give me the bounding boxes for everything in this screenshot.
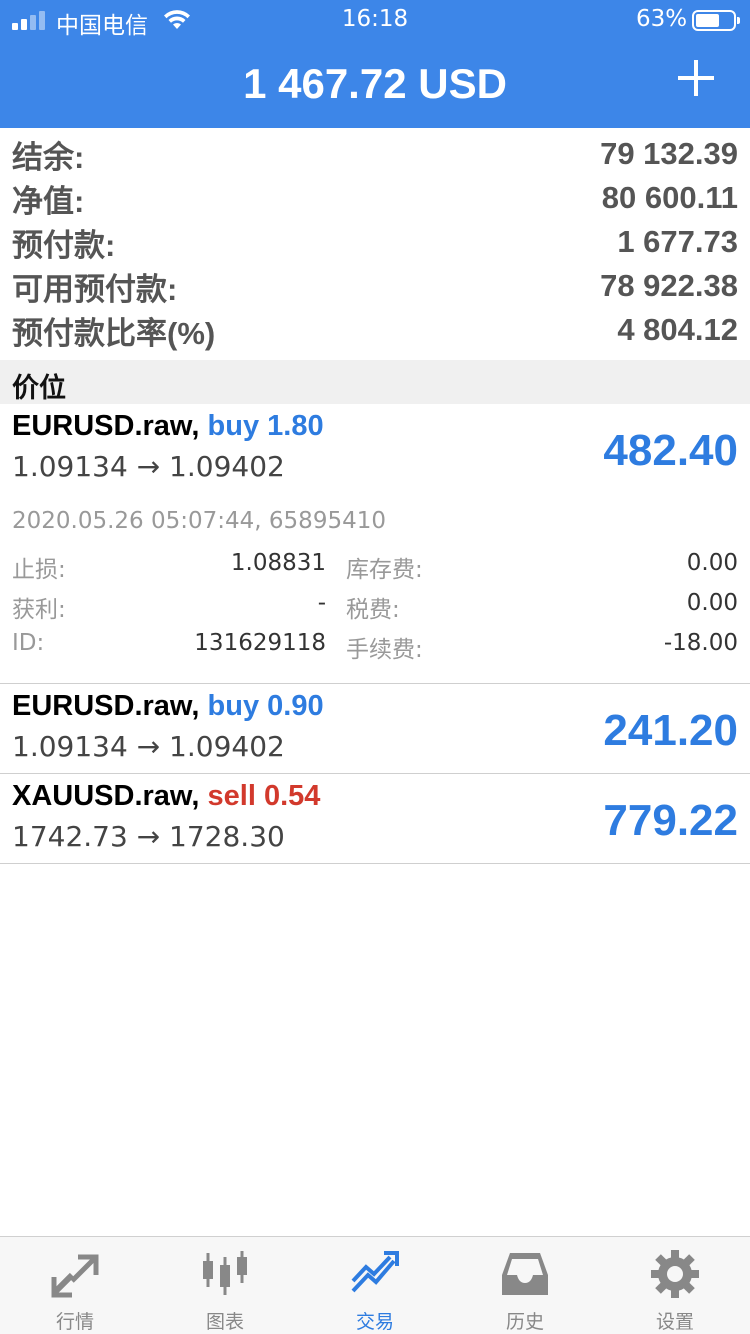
summary-row-margin: 预付款: 1 677.73 xyxy=(0,220,750,264)
trade-direction-volume: buy 1.80 xyxy=(207,410,324,442)
account-profit-title: 1 467.72 USD xyxy=(243,60,507,107)
position-symbol: XAUUSD.raw, sell 0.54 xyxy=(12,780,320,813)
stop-loss-label: 止损: xyxy=(12,557,66,583)
divider xyxy=(0,863,750,864)
symbol-name: EURUSD.raw, xyxy=(12,410,200,442)
taxes-label: 税费: xyxy=(346,597,400,623)
tab-label: 历史 xyxy=(505,1311,544,1333)
commission-label: 手续费: xyxy=(346,637,423,663)
candlestick-chart-icon xyxy=(203,1251,247,1295)
position-open-time-ticket: 2020.05.26 05:07:44, 65895410 xyxy=(12,508,386,534)
position-row[interactable]: EURUSD.raw, buy 0.90 1.09134 → 1.09402 2… xyxy=(0,684,750,774)
take-profit-label: 获利: xyxy=(12,597,66,623)
position-details: 2020.05.26 05:07:44, 65895410 止损: 1.0883… xyxy=(0,500,750,684)
gear-icon xyxy=(651,1250,699,1298)
bottom-tab-bar: 行情 图表 交易 历史 设置 xyxy=(0,1236,750,1334)
tab-label: 图表 xyxy=(205,1311,244,1333)
tab-charts[interactable]: 图表 xyxy=(150,1237,300,1334)
summary-value: 78 922.38 xyxy=(600,268,738,303)
tab-label: 交易 xyxy=(355,1311,394,1333)
summary-label: 可用预付款: xyxy=(12,271,178,307)
taxes-value: 0.00 xyxy=(686,590,738,616)
history-inbox-icon xyxy=(502,1253,548,1295)
detail-row: 止损: 1.08831 库存费: 0.00 xyxy=(0,550,750,583)
summary-label: 预付款: xyxy=(12,227,116,263)
take-profit-value: - xyxy=(317,590,326,616)
status-bar: 中国电信 16:18 63% xyxy=(0,0,750,40)
position-profit: 779.22 xyxy=(603,796,738,845)
account-summary: 结余: 79 132.39 净值: 80 600.11 预付款: 1 677.7… xyxy=(0,132,750,352)
commission-value: -18.00 xyxy=(663,630,738,656)
id-value: 131629118 xyxy=(194,630,326,656)
tab-label: 设置 xyxy=(655,1311,694,1333)
tab-settings[interactable]: 设置 xyxy=(600,1237,750,1334)
summary-row-balance: 结余: 79 132.39 xyxy=(0,132,750,176)
summary-value: 1 677.73 xyxy=(617,224,738,259)
position-profit: 241.20 xyxy=(603,706,738,755)
positions-section-header: 价位 xyxy=(0,360,750,404)
plus-icon[interactable] xyxy=(674,56,718,100)
trade-direction-volume: sell 0.54 xyxy=(207,780,321,812)
position-prices: 1742.73 → 1728.30 xyxy=(12,820,285,853)
position-profit: 482.40 xyxy=(603,426,738,475)
position-symbol: EURUSD.raw, buy 1.80 xyxy=(12,410,324,443)
quotes-arrows-icon xyxy=(51,1254,99,1298)
swap-label: 库存费: xyxy=(346,557,423,583)
position-symbol: EURUSD.raw, buy 0.90 xyxy=(12,690,324,723)
stop-loss-value: 1.08831 xyxy=(230,550,326,576)
battery-icon xyxy=(692,10,740,31)
summary-label: 结余: xyxy=(12,139,85,175)
summary-label: 预付款比率(%) xyxy=(12,315,216,351)
position-row[interactable]: EURUSD.raw, buy 1.80 1.09134 → 1.09402 4… xyxy=(0,404,750,500)
summary-row-free-margin: 可用预付款: 78 922.38 xyxy=(0,264,750,308)
summary-label: 净值: xyxy=(12,183,85,219)
id-label: ID: xyxy=(12,630,45,656)
detail-row: 获利: - 税费: 0.00 xyxy=(0,590,750,623)
battery-percentage: 63% xyxy=(636,6,688,32)
tab-label: 行情 xyxy=(55,1311,94,1333)
app-header: 中国电信 16:18 63% 1 467.72 USD xyxy=(0,0,750,128)
summary-row-margin-level: 预付款比率(%) 4 804.12 xyxy=(0,308,750,352)
trade-direction-volume: buy 0.90 xyxy=(207,690,324,722)
symbol-name: EURUSD.raw, xyxy=(12,690,200,722)
summary-value: 80 600.11 xyxy=(601,180,738,215)
swap-value: 0.00 xyxy=(686,550,738,576)
tab-trade[interactable]: 交易 xyxy=(300,1237,450,1334)
symbol-name: XAUUSD.raw, xyxy=(12,780,200,812)
position-prices: 1.09134 → 1.09402 xyxy=(12,450,285,483)
trade-trend-icon xyxy=(351,1251,399,1293)
summary-value: 4 804.12 xyxy=(617,312,738,347)
summary-value: 79 132.39 xyxy=(600,136,738,171)
detail-row: ID: 131629118 手续费: -18.00 xyxy=(0,630,750,663)
tab-quotes[interactable]: 行情 xyxy=(0,1237,150,1334)
position-prices: 1.09134 → 1.09402 xyxy=(12,730,285,763)
summary-row-equity: 净值: 80 600.11 xyxy=(0,176,750,220)
position-row[interactable]: XAUUSD.raw, sell 0.54 1742.73 → 1728.30 … xyxy=(0,774,750,864)
tab-history[interactable]: 历史 xyxy=(450,1237,600,1334)
